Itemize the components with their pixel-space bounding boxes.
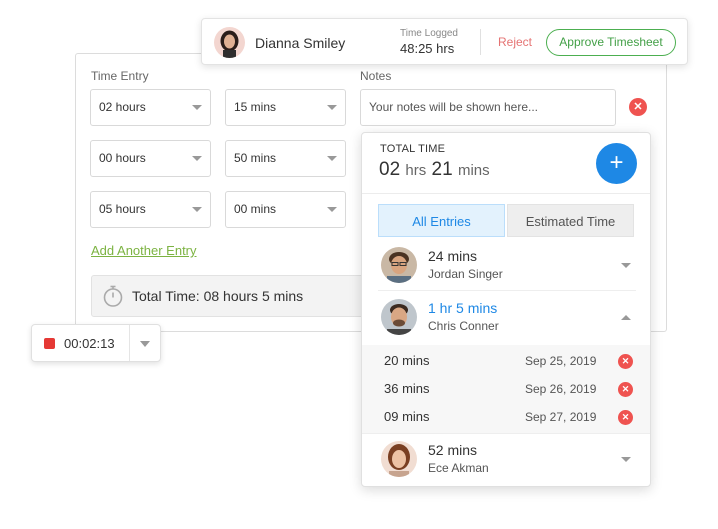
total-time-bar: Total Time: 08 hours 5 mins xyxy=(91,275,391,317)
hours-select[interactable]: 05 hours xyxy=(90,191,211,228)
add-icon[interactable]: + xyxy=(596,143,637,184)
list-item: 09 mins Sep 27, 2019 ✕ xyxy=(362,403,650,431)
avatar xyxy=(381,441,417,477)
hours-value: 05 hours xyxy=(99,202,146,216)
list-item[interactable]: 24 mins Jordan Singer xyxy=(362,241,650,291)
timer-value: 00:02:13 xyxy=(64,336,115,351)
divider xyxy=(362,193,650,194)
minutes-value: 50 mins xyxy=(234,151,277,165)
caret-down-icon xyxy=(327,207,337,212)
chevron-up-icon[interactable] xyxy=(621,315,631,320)
time-logged-value: 48:25 hrs xyxy=(400,41,455,56)
total-time-value: 02 hrs 21 mins xyxy=(379,159,490,181)
reject-button[interactable]: Reject xyxy=(498,35,532,49)
sub-entry-date: Sep 25, 2019 xyxy=(525,354,597,368)
sub-entry-date: Sep 26, 2019 xyxy=(525,382,597,396)
add-another-entry-link[interactable]: Add Another Entry xyxy=(91,243,197,258)
entry-duration: 52 mins xyxy=(428,442,478,458)
entry-user-name: Chris Conner xyxy=(428,319,499,333)
time-entry-label: Time Entry xyxy=(91,69,149,83)
sub-entries-list: 20 mins Sep 25, 2019 ✕ 36 mins Sep 26, 2… xyxy=(362,345,650,433)
tab-all-entries[interactable]: All Entries xyxy=(378,204,505,237)
total-time-label: TOTAL TIME xyxy=(380,143,446,155)
hours-value: 00 hours xyxy=(99,151,146,165)
minutes-value: 00 mins xyxy=(234,202,277,216)
caret-down-icon[interactable] xyxy=(140,341,150,347)
minutes-select[interactable]: 15 mins xyxy=(225,89,346,126)
minutes-unit: mins xyxy=(457,162,490,179)
hours-select[interactable]: 02 hours xyxy=(90,89,211,126)
list-item[interactable]: 52 mins Ece Akman xyxy=(362,435,650,485)
avatar xyxy=(381,247,417,283)
total-hours: 02 xyxy=(379,159,401,180)
notes-input[interactable]: Your notes will be shown here... xyxy=(360,89,616,126)
stop-recording-icon[interactable] xyxy=(44,338,55,349)
timer-widget: 00:02:13 xyxy=(31,324,161,362)
chevron-down-icon[interactable] xyxy=(621,263,631,268)
hours-unit: hrs xyxy=(405,162,427,179)
total-minutes: 21 xyxy=(431,159,453,180)
remove-icon[interactable]: ✕ xyxy=(618,410,633,425)
divider xyxy=(480,29,481,55)
list-item: 20 mins Sep 25, 2019 ✕ xyxy=(362,347,650,375)
minutes-value: 15 mins xyxy=(234,100,277,114)
sub-entry-duration: 09 mins xyxy=(384,409,430,424)
approval-bar: Dianna Smiley Time Logged 48:25 hrs Reje… xyxy=(201,18,688,65)
hours-value: 02 hours xyxy=(99,100,146,114)
entry-duration: 24 mins xyxy=(428,248,478,264)
caret-down-icon xyxy=(192,156,202,161)
list-item: 36 mins Sep 26, 2019 ✕ xyxy=(362,375,650,403)
entry-user-name: Jordan Singer xyxy=(428,267,503,281)
tab-estimated-time[interactable]: Estimated Time xyxy=(507,204,634,237)
sub-entry-duration: 36 mins xyxy=(384,381,430,396)
avatar xyxy=(381,299,417,335)
divider xyxy=(129,325,130,361)
divider xyxy=(378,290,636,291)
stopwatch-icon xyxy=(103,285,123,307)
chevron-down-icon[interactable] xyxy=(621,457,631,462)
time-logged-label: Time Logged xyxy=(400,28,458,39)
remove-entry-icon[interactable]: ✕ xyxy=(629,98,647,116)
total-time-text: Total Time: 08 hours 5 mins xyxy=(132,288,304,304)
entry-user-name: Ece Akman xyxy=(428,461,489,475)
remove-icon[interactable]: ✕ xyxy=(618,382,633,397)
caret-down-icon xyxy=(327,105,337,110)
entry-duration: 1 hr 5 mins xyxy=(428,300,498,316)
caret-down-icon xyxy=(192,105,202,110)
notes-label: Notes xyxy=(360,69,392,83)
avatar xyxy=(214,27,245,58)
remove-icon[interactable]: ✕ xyxy=(618,354,633,369)
divider xyxy=(362,433,650,434)
sub-entry-date: Sep 27, 2019 xyxy=(525,410,597,424)
approve-timesheet-button[interactable]: Approve Timesheet xyxy=(546,29,676,56)
minutes-select[interactable]: 00 mins xyxy=(225,191,346,228)
caret-down-icon xyxy=(192,207,202,212)
caret-down-icon xyxy=(327,156,337,161)
hours-select[interactable]: 00 hours xyxy=(90,140,211,177)
list-item[interactable]: 1 hr 5 mins Chris Conner xyxy=(362,293,650,343)
user-name: Dianna Smiley xyxy=(255,35,346,51)
sub-entry-duration: 20 mins xyxy=(384,353,430,368)
total-time-panel: TOTAL TIME 02 hrs 21 mins + All Entries … xyxy=(361,132,651,487)
minutes-select[interactable]: 50 mins xyxy=(225,140,346,177)
